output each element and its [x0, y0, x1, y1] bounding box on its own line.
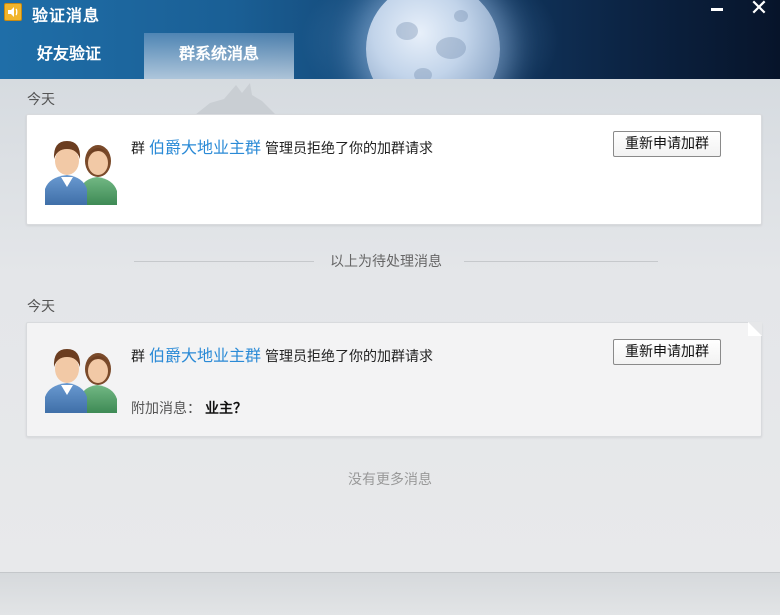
extra-message: 附加消息： 业主？ — [131, 398, 247, 418]
bottom-bar — [0, 572, 780, 615]
tab-friend-verification[interactable]: 好友验证 — [0, 33, 138, 79]
pending-date-label: 今天 — [27, 92, 55, 108]
title-bar[interactable]: 验证消息 ✕ — [0, 0, 780, 26]
pending-message-card: 群伯爵大地业主群 管理员拒绝了你的加群请求 重新申请加群 — [26, 114, 762, 225]
wolf-silhouette-icon — [190, 83, 280, 119]
pending-divider: 以上为待处理消息 — [134, 251, 658, 273]
processed-message-card: 群伯爵大地业主群 管理员拒绝了你的加群请求 重新申请加群 附加消息： 业主？ — [26, 322, 762, 437]
group-name-link[interactable]: 伯爵大地业主群 — [149, 346, 261, 365]
extra-message-value: 业主？ — [205, 401, 247, 417]
tab-group-system-messages[interactable]: 群系统消息 — [144, 33, 294, 79]
processed-message-text: 群伯爵大地业主群 管理员拒绝了你的加群请求 — [131, 342, 433, 366]
reapply-join-button[interactable]: 重新申请加群 — [613, 131, 721, 157]
message-list[interactable]: 今天 群伯爵大地业主群 管理员拒绝了你的加群请求 重新申请加群 以上为待处理消息… — [0, 79, 780, 572]
group-name-link[interactable]: 伯爵大地业主群 — [149, 138, 261, 157]
group-avatar-icon — [45, 349, 117, 413]
no-more-messages: 没有更多消息 — [348, 472, 432, 488]
window-header: 验证消息 ✕ 好友验证 群系统消息 — [0, 0, 780, 79]
window-title: 验证消息 — [32, 6, 101, 25]
group-avatar-icon — [45, 141, 117, 205]
extra-message-label: 附加消息： — [131, 401, 201, 417]
pending-message-text: 群伯爵大地业主群 管理员拒绝了你的加群请求 — [131, 134, 433, 158]
divider-text: 以上为待处理消息 — [330, 254, 442, 270]
group-prefix: 群 — [131, 141, 145, 157]
close-icon[interactable]: ✕ — [742, 0, 776, 22]
minimize-icon[interactable] — [700, 0, 734, 22]
tab-bar: 好友验证 群系统消息 — [0, 33, 400, 79]
reapply-join-button[interactable]: 重新申请加群 — [613, 339, 721, 365]
group-prefix: 群 — [131, 349, 145, 365]
speaker-icon — [4, 3, 22, 21]
processed-date-label: 今天 — [27, 299, 55, 315]
message-suffix: 管理员拒绝了你的加群请求 — [265, 349, 434, 365]
message-suffix: 管理员拒绝了你的加群请求 — [265, 141, 434, 157]
